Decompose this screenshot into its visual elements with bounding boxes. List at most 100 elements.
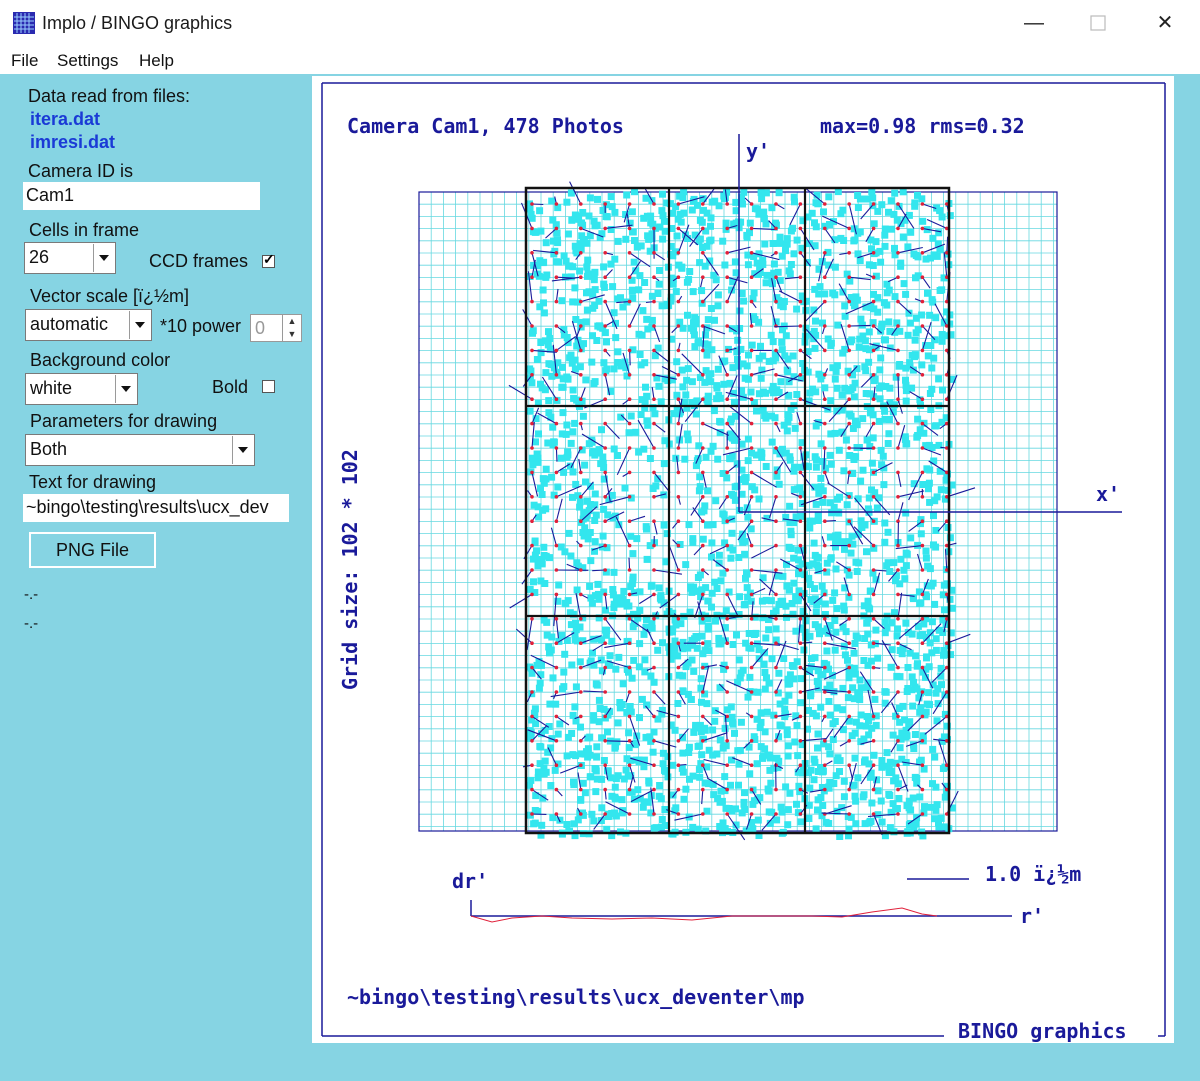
residual-point — [920, 226, 925, 231]
chevron-down-icon[interactable] — [129, 311, 150, 339]
residual-point — [920, 763, 925, 767]
cloud-dot — [811, 344, 819, 352]
residual-vector — [555, 618, 559, 639]
cloud-dot — [648, 316, 656, 324]
residual-point — [676, 495, 681, 499]
menu-help[interactable]: Help — [139, 51, 174, 71]
cloud-dot — [848, 732, 856, 740]
cloud-dot — [597, 460, 605, 468]
cells-select[interactable]: 26 — [24, 242, 116, 274]
cloud-dot — [749, 800, 757, 808]
png-file-button[interactable]: PNG File — [29, 532, 156, 568]
residual-point — [823, 202, 827, 206]
cloud-dot — [814, 744, 821, 752]
residual-point — [603, 373, 607, 377]
cloud-dot — [768, 438, 776, 446]
residual-point — [676, 202, 681, 206]
chevron-down-icon[interactable] — [232, 436, 253, 464]
cloud-dot — [592, 788, 600, 796]
residual-vector — [639, 593, 655, 605]
cloud-dot — [785, 691, 793, 699]
chevron-down-icon[interactable] — [93, 244, 114, 272]
cloud-dot — [704, 341, 712, 349]
residual-point — [676, 373, 681, 377]
cloud-dot — [579, 412, 587, 420]
residual-point — [920, 324, 925, 328]
cloud-dot — [766, 754, 774, 762]
residual-point — [579, 543, 583, 548]
cloud-dot — [931, 600, 939, 608]
power-stepper[interactable]: 0 ▲ ▼ — [250, 314, 302, 342]
menu-file[interactable]: File — [11, 51, 38, 71]
cloud-dot — [877, 382, 885, 390]
cloud-dot — [935, 229, 943, 237]
cloud-dot — [581, 461, 589, 469]
residual-point — [652, 202, 656, 206]
cloud-dot — [546, 649, 553, 657]
cloud-dot — [837, 234, 845, 242]
cloud-dot — [587, 594, 595, 602]
cloud-dot — [733, 631, 740, 639]
cloud-dot — [728, 713, 736, 721]
file-link-imresi[interactable]: imresi.dat — [30, 132, 115, 153]
params-select[interactable]: Both — [25, 434, 255, 466]
residual-point — [530, 373, 534, 377]
cloud-dot — [762, 634, 770, 642]
cloud-dot — [790, 554, 798, 562]
cloud-dot — [591, 538, 599, 546]
cloud-dot — [771, 414, 779, 422]
residual-point — [530, 519, 534, 523]
residual-point — [603, 617, 607, 621]
cloud-dot — [644, 421, 652, 429]
camera-id-field[interactable]: Cam1 — [23, 182, 260, 210]
cloud-dot — [841, 312, 849, 320]
cloud-dot — [836, 493, 843, 501]
cloud-dot — [648, 624, 656, 632]
spin-up-icon[interactable]: ▲ — [282, 315, 301, 328]
residual-point — [701, 714, 705, 719]
residual-point — [530, 592, 534, 597]
residual-point — [774, 373, 778, 377]
cloud-dot — [790, 467, 798, 475]
cloud-dot — [699, 195, 707, 203]
file-link-itera[interactable]: itera.dat — [30, 109, 100, 130]
cloud-dot — [761, 745, 769, 753]
residual-point — [701, 251, 705, 255]
footer-text: ~bingo\testing\results\ucx_deventer\mp — [347, 985, 805, 1009]
cloud-dot — [703, 700, 711, 708]
cloud-dot — [776, 721, 784, 729]
maximize-icon[interactable] — [1080, 8, 1116, 38]
cloud-dot — [692, 721, 700, 729]
text-drawing-field[interactable]: ~bingo\testing\results\ucx_dev — [23, 494, 289, 522]
residual-point — [920, 421, 925, 426]
close-icon[interactable]: ✕ — [1147, 8, 1183, 38]
minimize-icon[interactable]: — — [1016, 8, 1052, 38]
cloud-dot — [688, 378, 696, 386]
menu-settings[interactable]: Settings — [57, 51, 118, 71]
cloud-dot — [761, 685, 769, 693]
bold-checkbox[interactable] — [262, 380, 275, 393]
cloud-dot — [720, 380, 728, 388]
vector-scale-select[interactable]: automatic — [25, 309, 152, 341]
residual-point — [847, 519, 851, 523]
cloud-dot — [924, 352, 932, 360]
bg-color-select[interactable]: white — [25, 373, 138, 405]
cloud-dot — [567, 351, 575, 359]
cloud-dot — [876, 247, 884, 255]
residual-point — [749, 641, 754, 645]
residual-vector — [921, 325, 936, 340]
chevron-down-icon[interactable] — [115, 375, 136, 403]
cloud-dot — [672, 621, 680, 629]
spin-down-icon[interactable]: ▼ — [282, 328, 301, 341]
residual-vector — [653, 740, 677, 748]
cloud-dot — [735, 656, 743, 664]
cloud-dot — [895, 795, 903, 802]
cloud-dot — [638, 695, 646, 703]
residual-point — [579, 299, 583, 304]
cloud-dot — [556, 720, 564, 728]
cloud-dot — [704, 316, 712, 324]
ccd-frames-checkbox[interactable]: ✓ — [262, 251, 275, 268]
cloud-dot — [729, 641, 737, 648]
cloud-dot — [614, 295, 622, 303]
residual-point — [579, 592, 583, 597]
